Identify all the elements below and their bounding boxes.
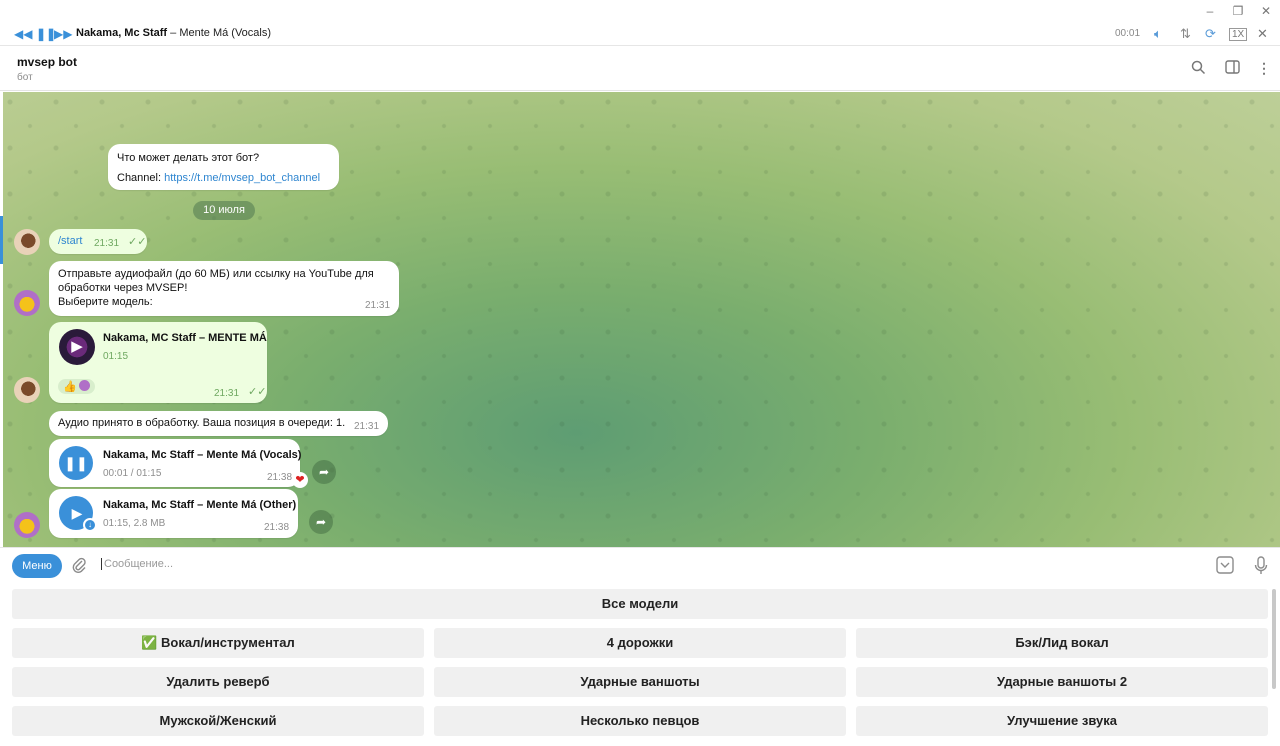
message-time: 21:31: [214, 388, 240, 399]
message-time: 21:31: [94, 238, 120, 249]
attach-icon[interactable]: [71, 556, 87, 579]
audio-title: Nakama, Mc Staff – Mente Má (Vocals): [103, 449, 302, 461]
message-time: 21:38: [264, 522, 290, 533]
kb-button-drum-oneshots[interactable]: Ударные ваншоты: [434, 667, 846, 697]
chat-area: Что может делать этот бот? Channel: http…: [0, 92, 1280, 547]
kb-button-back-lead-vocal[interactable]: Бэк/Лид вокал: [856, 628, 1268, 658]
keyboard-scrollbar[interactable]: [1272, 589, 1276, 689]
kb-button-remove-reverb[interactable]: Удалить реверб: [12, 667, 424, 697]
message-input[interactable]: Сообщение...: [101, 558, 173, 570]
forward-icon[interactable]: ➦: [309, 510, 333, 534]
chat-header: mvsep bot бот ⋮: [0, 47, 1280, 91]
audio-progress: 00:01 / 01:15: [103, 468, 162, 479]
now-playing-track: – Mente Má (Vocals): [167, 27, 272, 39]
bot-menu-button[interactable]: Меню: [12, 554, 62, 578]
shuffle-order-icon[interactable]: ⇅: [1180, 26, 1191, 42]
bot-intro-card: Что может делать этот бот? Channel: http…: [108, 144, 339, 190]
read-checkmarks-icon: ✓✓: [128, 236, 147, 248]
close-icon[interactable]: ✕: [1257, 3, 1275, 19]
chat-status: бот: [17, 72, 33, 83]
microphone-icon[interactable]: [1254, 556, 1268, 580]
kb-button-4-stems[interactable]: 4 дорожки: [434, 628, 846, 658]
message-start[interactable]: /start 21:31 ✓✓: [49, 229, 147, 254]
now-playing-artist: Nakama, Mc Staff: [76, 27, 168, 39]
heart-icon[interactable]: ❤: [292, 472, 308, 488]
message-time: 21:31: [354, 421, 380, 432]
minimize-icon[interactable]: –: [1201, 3, 1219, 19]
window-title-bar: – ❐ ✕: [0, 0, 1280, 22]
previous-track-icon[interactable]: ◀◀: [14, 27, 32, 41]
date-separator: 10 июля: [193, 201, 255, 220]
start-command[interactable]: /start: [58, 235, 82, 247]
playback-time: 00:01: [1115, 28, 1141, 39]
kb-button-male-female[interactable]: Мужской/Женский: [12, 706, 424, 736]
audio-title: Nakama, Mc Staff – Mente Má (Other): [103, 499, 297, 511]
kb-button-all-models[interactable]: Все модели: [12, 589, 1268, 619]
channel-label: Channel:: [117, 172, 165, 184]
forward-icon[interactable]: ➦: [312, 460, 336, 484]
read-checkmarks-icon: ✓✓: [248, 386, 267, 398]
audio-duration: 01:15: [103, 351, 129, 362]
reactor-avatar: [78, 380, 90, 391]
close-player-icon[interactable]: ✕: [1257, 26, 1268, 42]
restore-icon[interactable]: ❐: [1229, 3, 1247, 19]
playback-speed-button[interactable]: 1X: [1229, 28, 1248, 41]
message-audio-upload[interactable]: ▶ Nakama, MC Staff – MENTE MÁ 01:15 👍 21…: [49, 322, 267, 403]
next-track-icon[interactable]: ▶▶: [54, 27, 72, 41]
kb-button-drum-oneshots-2[interactable]: Ударные ваншоты 2: [856, 667, 1268, 697]
reaction-badge[interactable]: 👍: [58, 379, 95, 394]
bot-avatar[interactable]: [14, 290, 40, 316]
message-line-3: Выберите модель:: [58, 296, 153, 308]
volume-icon[interactable]: 🔈︎: [1154, 26, 1162, 42]
audio-info: 01:15, 2.8 MB: [103, 518, 166, 529]
bot-intro-channel: Channel: https://t.me/mvsep_bot_channel: [117, 172, 320, 184]
message-composer: Меню Сообщение...: [0, 547, 1280, 585]
avatar[interactable]: [14, 377, 40, 403]
kb-button-multiple-singers[interactable]: Несколько певцов: [434, 706, 846, 736]
kb-button-vocal-instrumental[interactable]: ✅ Вокал/инструментал: [12, 628, 424, 658]
kb-button-audio-enhancement[interactable]: Улучшение звука: [856, 706, 1268, 736]
message-time: 21:31: [365, 300, 391, 311]
repeat-icon[interactable]: ⟳: [1205, 26, 1216, 42]
left-edge-strip: [0, 92, 3, 547]
chat-name[interactable]: mvsep bot: [17, 55, 77, 69]
now-playing-title[interactable]: Nakama, Mc Staff – Mente Má (Vocals): [76, 27, 271, 39]
download-icon[interactable]: ↓: [83, 518, 97, 532]
bot-keyboard: Все модели ✅ Вокал/инструментал 4 дорожк…: [0, 585, 1280, 746]
message-bot-instructions[interactable]: Отправьте аудиофайл (до 60 МБ) или ссылк…: [49, 261, 399, 316]
bot-intro-question: Что может делать этот бот?: [117, 152, 260, 164]
message-text: Аудио принято в обработку. Ваша позиция …: [58, 417, 346, 429]
audio-title: Nakama, MC Staff – MENTE MÁ: [103, 332, 267, 344]
media-player-bar: ◀◀ ❚❚ ▶▶ Nakama, Mc Staff – Mente Má (Vo…: [0, 22, 1280, 46]
avatar[interactable]: [14, 229, 40, 255]
thumbs-up-icon: 👍: [63, 381, 77, 393]
message-accepted[interactable]: Аудио принято в обработку. Ваша позиция …: [49, 411, 388, 436]
pause-icon[interactable]: ❚❚: [59, 446, 93, 480]
message-line-1: Отправьте аудиофайл (до 60 МБ) или ссылк…: [58, 268, 374, 280]
search-icon[interactable]: [1191, 60, 1206, 78]
play-icon[interactable]: ▶: [59, 329, 95, 365]
message-text: Отправьте аудиофайл (до 60 МБ) или ссылк…: [58, 267, 374, 309]
channel-link[interactable]: https://t.me/mvsep_bot_channel: [164, 172, 320, 184]
message-audio-vocals[interactable]: ❚❚ Nakama, Mc Staff – Mente Má (Vocals) …: [49, 439, 308, 488]
more-options-icon[interactable]: ⋮: [1257, 60, 1271, 77]
message-audio-other[interactable]: ▶ ↓ Nakama, Mc Staff – Mente Má (Other) …: [49, 489, 298, 538]
bot-avatar[interactable]: [14, 512, 40, 538]
message-line-2: обработки через MVSEP!: [58, 282, 188, 294]
sidebar-toggle-icon[interactable]: [1225, 60, 1240, 77]
message-time: 21:38: [267, 472, 293, 483]
bot-keyboard-icon[interactable]: [1216, 556, 1234, 578]
